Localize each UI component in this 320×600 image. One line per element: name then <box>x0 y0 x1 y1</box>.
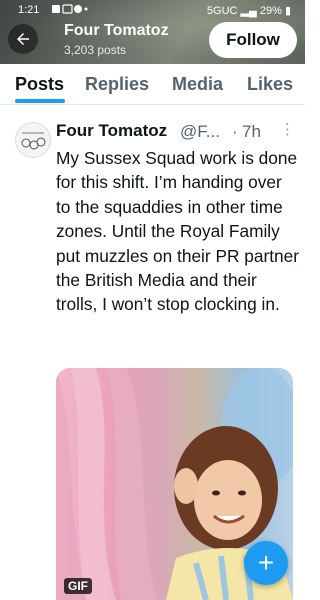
battery-icon: ▮ <box>284 5 291 17</box>
plus-icon: + <box>257 547 275 578</box>
post-text: My Sussex Squad work is done for this sh… <box>56 148 300 315</box>
tab-media[interactable]: Media <box>172 74 223 95</box>
gif-badge: GIF <box>64 578 92 594</box>
signal-icon: ▂▄ <box>240 5 257 17</box>
profile-header: 1:21 5GUC ▂▄ 29% ▮ Four Tomatoz 3,203 po… <box>0 0 305 64</box>
post-separator: · <box>232 122 238 141</box>
tab-likes[interactable]: Likes <box>247 74 293 95</box>
more-options-icon[interactable]: ⋮ <box>280 120 295 138</box>
avatar[interactable] <box>15 122 51 158</box>
compose-button[interactable]: + <box>244 541 288 585</box>
profile-tabs: Posts Replies Media Likes <box>0 64 305 105</box>
profile-name: Four Tomatoz <box>64 22 169 39</box>
battery-label: 29% <box>259 5 282 17</box>
active-tab-indicator <box>15 99 65 103</box>
back-button[interactable] <box>8 24 38 54</box>
arrow-left-icon <box>17 33 29 45</box>
network-label: 5GUC <box>206 5 238 17</box>
status-right: 5GUC ▂▄ 29% ▮ <box>207 4 291 17</box>
post-count: 3,203 posts <box>64 43 127 57</box>
tab-replies[interactable]: Replies <box>85 74 149 95</box>
tab-posts[interactable]: Posts <box>15 74 64 95</box>
post-handle[interactable]: @F... <box>180 122 220 142</box>
post-author[interactable]: Four Tomatoz <box>56 121 167 141</box>
tomato-logo-icon <box>21 132 46 150</box>
follow-button[interactable]: Follow <box>209 22 297 58</box>
notification-icons <box>52 4 88 17</box>
status-bar: 1:21 5GUC ▂▄ 29% ▮ <box>0 0 305 20</box>
status-time: 1:21 <box>18 4 40 16</box>
post-time: 7h <box>242 122 261 141</box>
